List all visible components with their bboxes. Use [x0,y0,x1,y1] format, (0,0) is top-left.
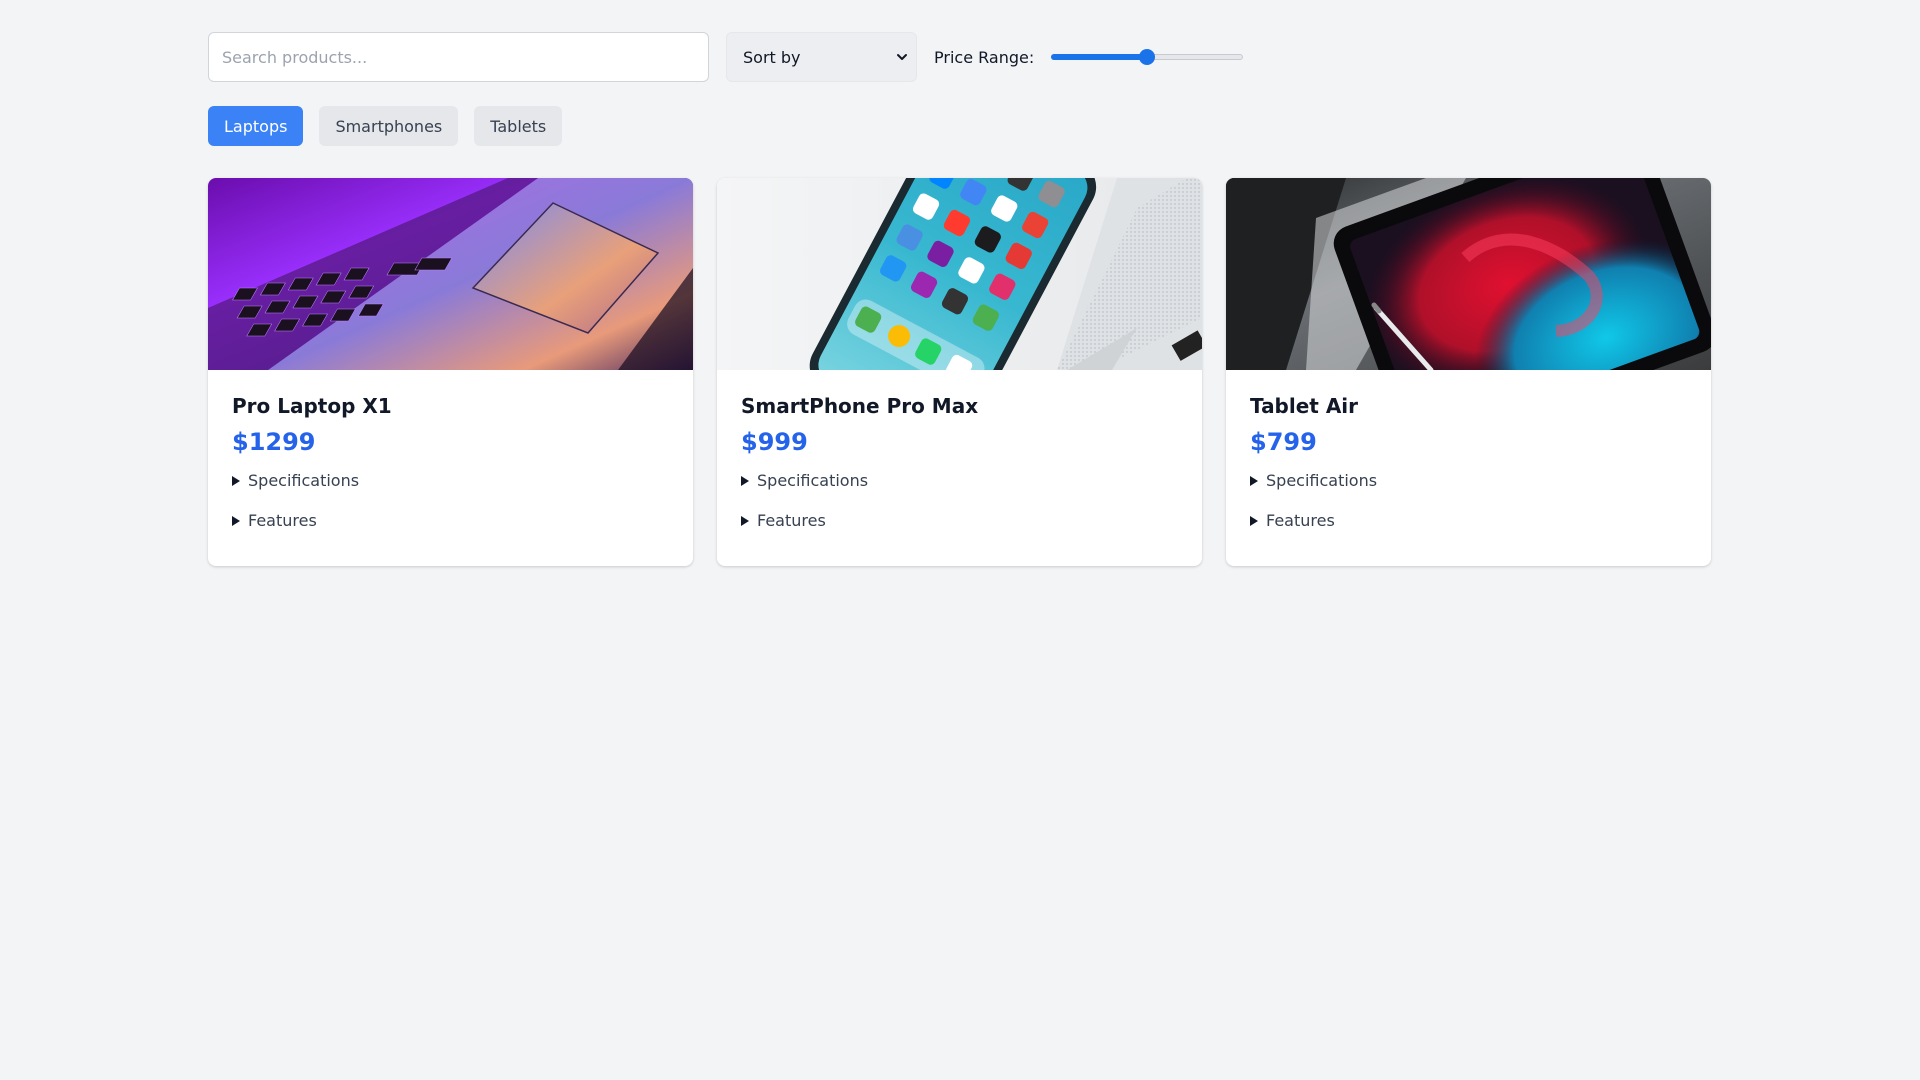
search-input[interactable] [208,32,709,82]
disclosure-triangle-icon [1250,476,1258,486]
product-name: Tablet Air [1250,394,1359,418]
tablet-on-desk-photo [1226,178,1711,370]
price-range-label: Price Range: [934,47,1035,67]
chevron-down-icon [897,54,907,60]
slider-thumb[interactable] [1139,49,1156,65]
tab-laptops[interactable]: Laptops [208,106,304,146]
sort-select-value: Sort by [743,47,801,67]
product-price: $799 [1250,428,1317,456]
disclosure-triangle-icon [1250,516,1258,526]
features-toggle[interactable]: Features [1250,510,1687,532]
tab-smartphones[interactable]: Smartphones [319,106,459,146]
specifications-label: Specifications [248,471,360,490]
laptop-image [208,178,693,370]
tablet-image [1226,178,1711,370]
disclosure-triangle-icon [232,516,240,526]
product-card[interactable]: SmartPhone Pro Max $999 Specifications F… [717,178,1202,566]
features-label: Features [248,511,317,530]
specifications-toggle[interactable]: Specifications [1250,470,1687,492]
specifications-label: Specifications [757,471,869,490]
features-toggle[interactable]: Features [741,510,1178,532]
product-price: $1299 [232,428,316,456]
smartphone-home-screen-photo [717,178,1202,370]
product-catalog: Sort by Price Range: Laptops Smartphones… [208,32,1712,566]
product-price: $999 [741,428,808,456]
product-card[interactable]: Tablet Air $799 Specifications Features [1226,178,1711,566]
specifications-toggle[interactable]: Specifications [232,470,669,492]
features-label: Features [757,511,826,530]
product-grid: Pro Laptop X1 $1299 Specifications Featu… [208,178,1712,566]
product-name: Pro Laptop X1 [232,394,392,418]
product-card[interactable]: Pro Laptop X1 $1299 Specifications Featu… [208,178,693,566]
specifications-label: Specifications [1266,471,1378,490]
slider-fill [1051,54,1148,60]
features-label: Features [1266,511,1335,530]
disclosure-triangle-icon [232,476,240,486]
features-toggle[interactable]: Features [232,510,669,532]
price-range-slider[interactable] [1051,47,1244,67]
laptop-keyboard-photo [208,178,693,370]
disclosure-triangle-icon [741,476,749,486]
smartphone-image [717,178,1202,370]
disclosure-triangle-icon [741,516,749,526]
specifications-toggle[interactable]: Specifications [741,470,1178,492]
sort-select[interactable]: Sort by [726,32,917,82]
filter-toolbar: Sort by Price Range: [208,32,1712,82]
category-tabs: Laptops Smartphones Tablets [208,106,1712,146]
product-name: SmartPhone Pro Max [741,394,979,418]
tab-tablets[interactable]: Tablets [474,106,563,146]
